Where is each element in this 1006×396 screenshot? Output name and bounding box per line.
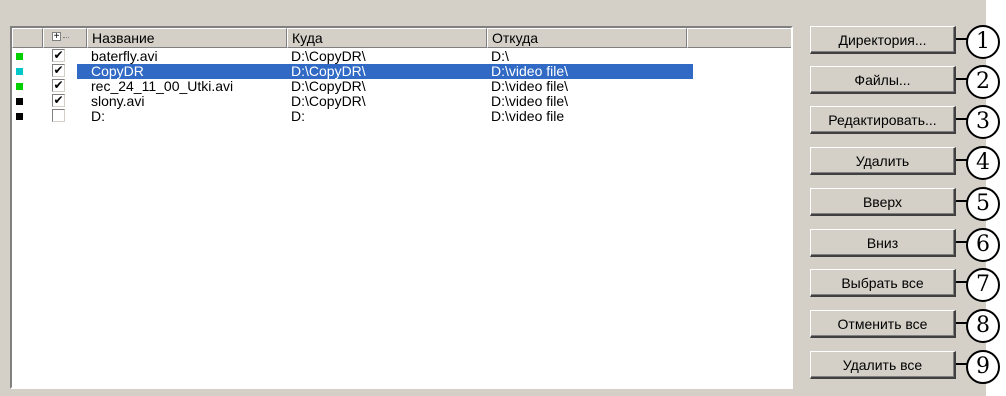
expand-tree-icon[interactable]: + [52,32,61,42]
table-row[interactable]: ✔ slony.avi D:\CopyDR\ D:\video file\ [12,94,791,109]
edit-button[interactable]: Редактировать... [810,106,956,134]
selection-highlight [77,64,693,79]
table-row[interactable]: ✔ CopyDR D:\CopyDR\ D:\video file\ [12,64,791,79]
row-checkbox[interactable]: ✔ [52,64,65,77]
row-dest: D:\CopyDR\ [291,78,366,94]
status-marker [16,98,23,105]
tree-dots [63,37,69,38]
directory-button[interactable]: Директория... [810,26,956,54]
row-checkbox[interactable]: ✔ [52,94,65,107]
status-marker [16,83,23,90]
deselect-all-button[interactable]: Отменить все [810,310,956,338]
move-up-button[interactable]: Вверх [810,188,956,216]
row-src: D:\video file\ [491,63,569,79]
delete-button[interactable]: Удалить [810,147,956,175]
callout-5: 5 [966,187,1000,221]
header-src[interactable]: Откуда [487,28,687,48]
row-checkbox[interactable]: ✔ [52,79,65,92]
table-row[interactable]: ✔ baterfly.avi D:\CopyDR\ D:\ [12,49,791,64]
row-checkbox[interactable]: ✔ [52,49,65,62]
row-dest: D:\CopyDR\ [291,93,366,109]
row-src: D:\ [491,48,509,64]
row-dest: D:\CopyDR\ [291,63,366,79]
row-checkbox[interactable] [52,109,65,122]
row-name: slony.avi [91,93,145,109]
row-name: rec_24_11_00_Utki.avi [91,78,234,94]
delete-all-button[interactable]: Удалить все [810,351,956,379]
row-src: D:\video file\ [491,78,569,94]
callout-4: 4 [966,146,1000,180]
row-src: D:\video file [491,108,565,124]
callout-9: 9 [966,350,1000,384]
row-dest: D:\CopyDR\ [291,48,366,64]
header-name[interactable]: Название [87,28,287,48]
status-marker [16,53,23,60]
table-row[interactable]: ✔ rec_24_11_00_Utki.avi D:\CopyDR\ D:\vi… [12,79,791,94]
row-name: CopyDR [91,63,144,79]
callout-6: 6 [966,228,1000,262]
table-row[interactable]: D: D: D:\video file [12,109,791,124]
row-name: D: [91,108,105,124]
select-all-button[interactable]: Выбрать все [810,269,956,297]
row-name: baterfly.avi [91,48,158,64]
header-marker-column[interactable] [12,28,43,48]
callout-8: 8 [966,309,1000,343]
header-dest[interactable]: Куда [287,28,487,48]
callout-7: 7 [966,268,1000,302]
row-src: D:\video file\ [491,93,569,109]
header-check-column[interactable]: + [43,28,87,48]
file-list[interactable]: + Название Куда Откуда ✔ baterfly.avi D:… [10,26,793,389]
callout-3: 3 [966,105,1000,139]
status-marker [16,68,23,75]
status-marker [16,113,23,120]
copy-panel: + Название Куда Откуда ✔ baterfly.avi D:… [0,0,986,396]
header-empty[interactable] [687,28,791,48]
files-button[interactable]: Файлы... [810,66,956,94]
callout-2: 2 [966,65,1000,99]
row-dest: D: [291,108,305,124]
list-header: + Название Куда Откуда [12,28,791,48]
move-down-button[interactable]: Вниз [810,229,956,257]
callout-1: 1 [966,25,1000,59]
